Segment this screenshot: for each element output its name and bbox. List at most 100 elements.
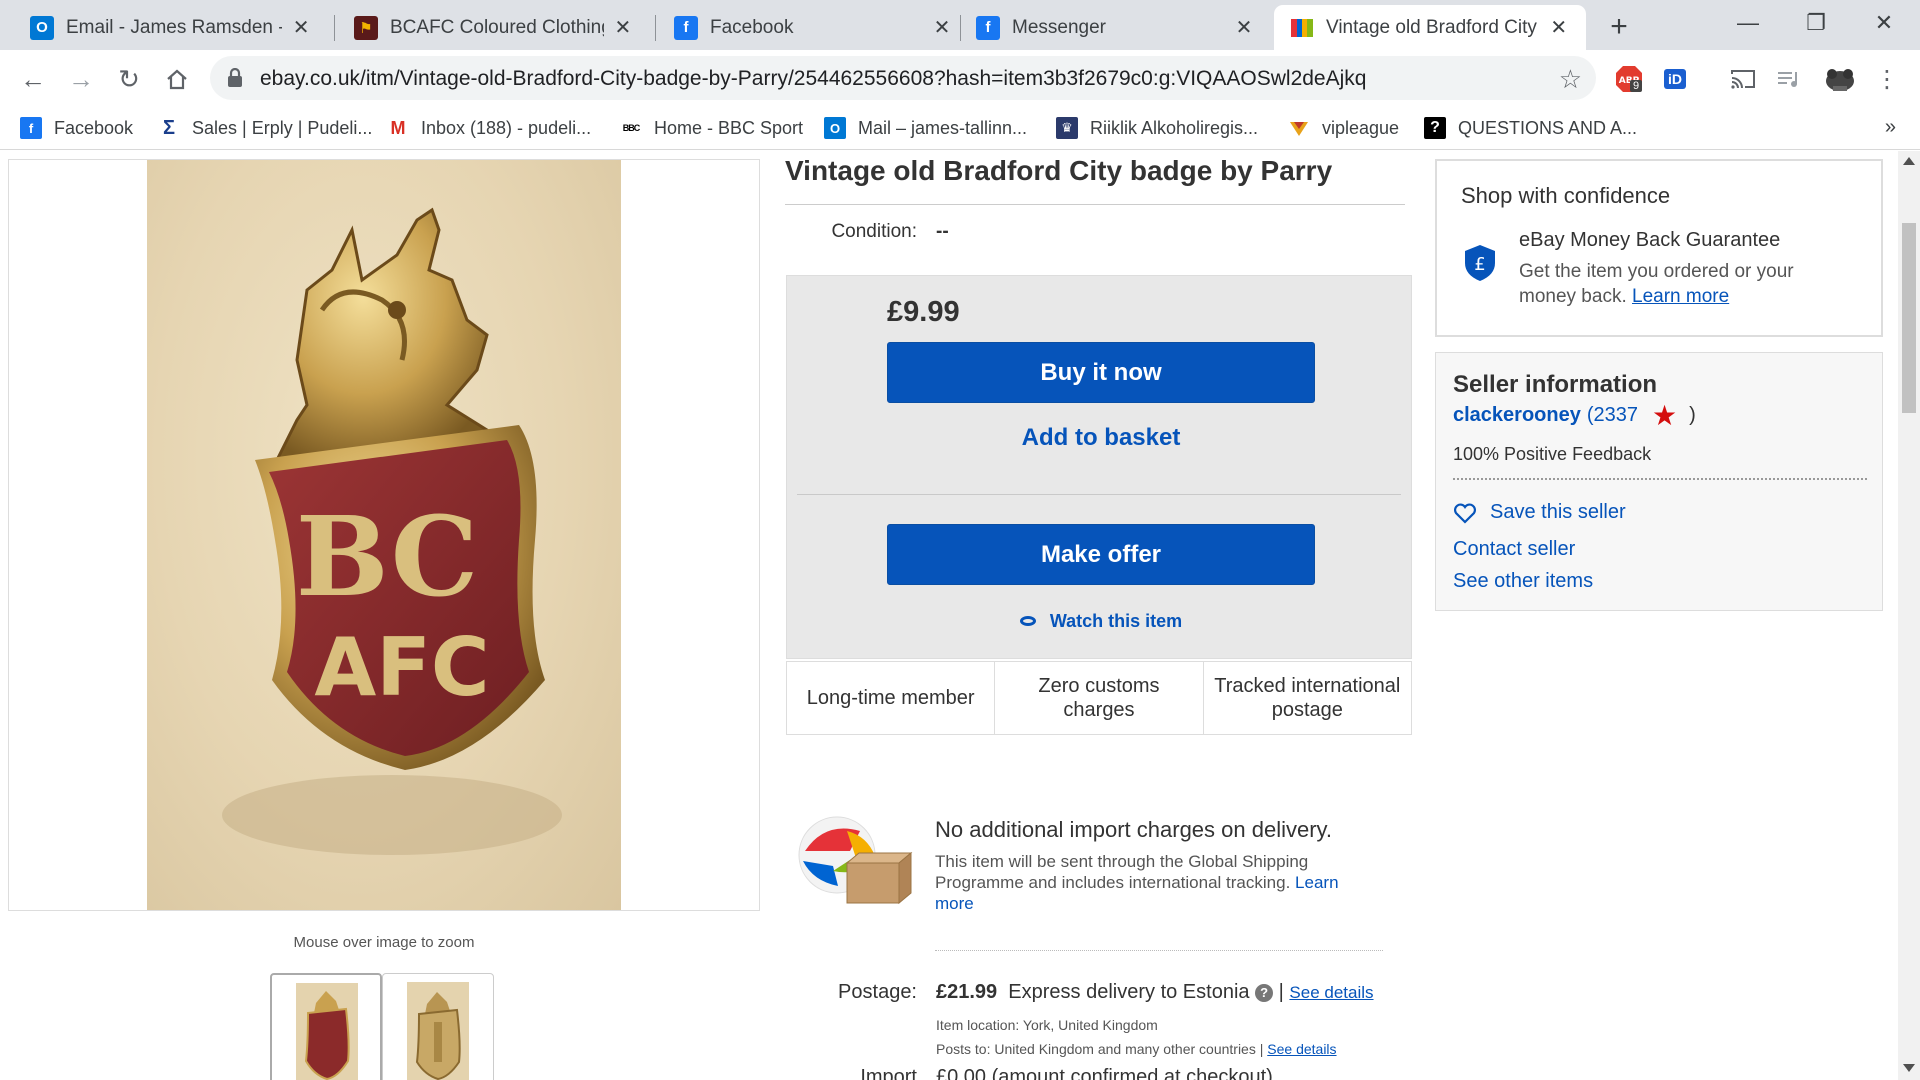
scroll-up-icon[interactable] [1903, 157, 1915, 165]
profile-avatar[interactable] [1822, 64, 1858, 94]
bookmark-star-icon[interactable]: ☆ [1559, 64, 1582, 95]
home-icon[interactable] [160, 62, 194, 96]
media-control-icon[interactable] [1774, 64, 1804, 94]
tab-facebook[interactable]: f Facebook ✕ [658, 5, 970, 50]
page-scrollbar[interactable] [1898, 151, 1920, 1080]
save-seller-link[interactable]: Save this seller [1453, 501, 1626, 524]
scroll-down-icon[interactable] [1903, 1064, 1915, 1072]
feature-badges: Long-time member Zero customs charges Tr… [786, 661, 1412, 735]
outlook-icon: O [30, 15, 54, 40]
contact-seller-link[interactable]: Contact seller [1453, 538, 1575, 561]
tab-title: BCAFC Coloured Clothing | [390, 16, 604, 38]
item-location: Item location: York, United Kingdom [936, 1017, 1158, 1033]
thumbnail-image [296, 983, 358, 1080]
help-icon[interactable]: ? [1255, 984, 1274, 1002]
forward-icon[interactable]: → [64, 62, 98, 96]
postage-value: £21.99 Express delivery to Estonia ? | S… [936, 981, 1374, 1003]
badge-text-bottom: AFC [314, 621, 489, 714]
tab-email[interactable]: O Email - James Ramsden - O ✕ [14, 5, 328, 50]
import-value: £0.00 (amount confirmed at checkout) [936, 1066, 1273, 1080]
seller-name-link[interactable]: clackerooney [1453, 404, 1581, 427]
seller-feedback-score[interactable]: 2337 [1594, 404, 1639, 427]
tab-ebay-active[interactable]: Vintage old Bradford City b ✕ [1274, 5, 1586, 50]
thumbnail-1[interactable] [270, 973, 382, 1080]
seller-information-card: Seller information clackerooney ( 2337 ★… [1435, 352, 1883, 611]
close-icon[interactable]: ✕ [1547, 16, 1570, 40]
facebook-icon: f [20, 117, 42, 139]
close-icon[interactable]: ✕ [1232, 16, 1256, 40]
address-bar[interactable]: ebay.co.uk/itm/Vintage-old-Bradford-City… [210, 56, 1596, 100]
bookmark-facebook[interactable]: f Facebook [20, 114, 133, 142]
condition-value: -- [936, 221, 949, 242]
tab-messenger[interactable]: f Messenger ✕ [960, 5, 1272, 50]
bookmark-questions[interactable]: ? QUESTIONS AND A... [1424, 114, 1637, 142]
tab-bcafc[interactable]: ⚑ BCAFC Coloured Clothing | ✕ [338, 5, 650, 50]
main-image-frame[interactable]: BC AFC [8, 159, 760, 911]
watch-item-link[interactable]: Watch this item [887, 606, 1315, 636]
zoom-hint: Mouse over image to zoom [293, 934, 475, 951]
bookmark-alkoholiregister[interactable]: ♛ Riiklik Alkoholiregis... [1056, 114, 1258, 142]
bookmark-mail[interactable]: O Mail – james-tallinn... [824, 114, 1027, 142]
adblock-icon[interactable]: ABP 9 [1614, 64, 1644, 94]
divider [785, 204, 1405, 205]
price: £9.99 [887, 296, 960, 328]
new-tab-button[interactable]: + [1604, 10, 1634, 43]
close-window-icon[interactable]: ✕ [1856, 6, 1912, 40]
feature-long-time-member: Long-time member [787, 662, 996, 734]
badge-text-top: BC [296, 492, 479, 621]
see-details-link[interactable]: See details [1267, 1041, 1336, 1057]
gmail-icon: M [387, 117, 409, 139]
menu-kebab-icon[interactable]: ⋮ [1872, 64, 1902, 94]
browser-toolbar: ← → ↻ ebay.co.uk/itm/Vintage-old-Bradfor… [0, 50, 1920, 106]
bookmark-erply[interactable]: Σ Sales | Erply | Pudeli... [158, 114, 372, 142]
posts-to: Posts to: United Kingdom and many other … [936, 1041, 1337, 1057]
tab-title: Facebook [710, 16, 794, 38]
minimize-icon[interactable]: — [1720, 6, 1776, 40]
badge-photo[interactable]: BC AFC [147, 160, 621, 910]
id-extension-icon[interactable]: iD [1660, 64, 1690, 94]
extension-badge: 9 [1630, 80, 1643, 92]
bookmarks-overflow-icon[interactable]: » [1885, 116, 1896, 139]
tab-title: Vintage old Bradford City b [1326, 16, 1540, 38]
ebay-item-page: BC AFC Mouse over image to zoom Vintage … [0, 151, 1898, 1080]
divider [935, 950, 1383, 951]
svg-text:£: £ [1474, 254, 1485, 275]
close-icon[interactable]: ✕ [290, 16, 312, 40]
restore-icon[interactable]: ❐ [1788, 6, 1844, 40]
tab-title: Messenger [1012, 16, 1106, 38]
seller-name-row: clackerooney ( 2337 ★ ) [1453, 399, 1696, 431]
seller-positive-feedback: 100% Positive Feedback [1453, 444, 1652, 464]
make-offer-button[interactable]: Make offer [887, 524, 1315, 585]
bookmarks-bar: f Facebook Σ Sales | Erply | Pudeli... M… [0, 106, 1920, 150]
cast-icon[interactable] [1728, 64, 1758, 94]
feature-zero-customs: Zero customs charges [995, 662, 1204, 734]
heart-icon [1453, 502, 1477, 524]
buy-it-now-button[interactable]: Buy it now [887, 342, 1315, 403]
condition-label: Condition: [831, 221, 917, 242]
back-icon[interactable]: ← [16, 62, 50, 96]
facebook-icon: f [674, 15, 698, 40]
see-other-items-link[interactable]: See other items [1453, 570, 1593, 593]
import-title: No additional import charges on delivery… [935, 817, 1333, 842]
see-details-link[interactable]: See details [1289, 983, 1373, 1002]
vip-icon [1288, 117, 1310, 139]
bookmark-vipleague[interactable]: vipleague [1288, 114, 1399, 142]
close-icon[interactable]: ✕ [930, 16, 954, 40]
tab-strip: O Email - James Ramsden - O ✕ ⚑ BCAFC Co… [0, 0, 1920, 50]
url-text: ebay.co.uk/itm/Vintage-old-Bradford-City… [260, 67, 1367, 90]
ebay-icon [1290, 16, 1314, 40]
global-shipping-icon [785, 811, 915, 911]
learn-more-link[interactable]: Learn more [1632, 286, 1729, 307]
shield-pound-icon: £ [1463, 243, 1497, 283]
thumbnail-2[interactable] [382, 973, 494, 1080]
divider [797, 494, 1401, 495]
add-to-basket-button[interactable]: Add to basket [887, 418, 1315, 458]
bookmark-bbc[interactable]: BBC Home - BBC Sport [620, 114, 803, 142]
feedback-star-icon: ★ [1652, 399, 1678, 431]
close-icon[interactable]: ✕ [612, 16, 634, 40]
reload-icon[interactable]: ↻ [112, 62, 146, 96]
scroll-thumb[interactable] [1902, 223, 1916, 413]
import-label: Import [860, 1066, 917, 1080]
bbc-icon: BBC [620, 117, 642, 139]
bookmark-gmail[interactable]: M Inbox (188) - pudeli... [387, 114, 591, 142]
